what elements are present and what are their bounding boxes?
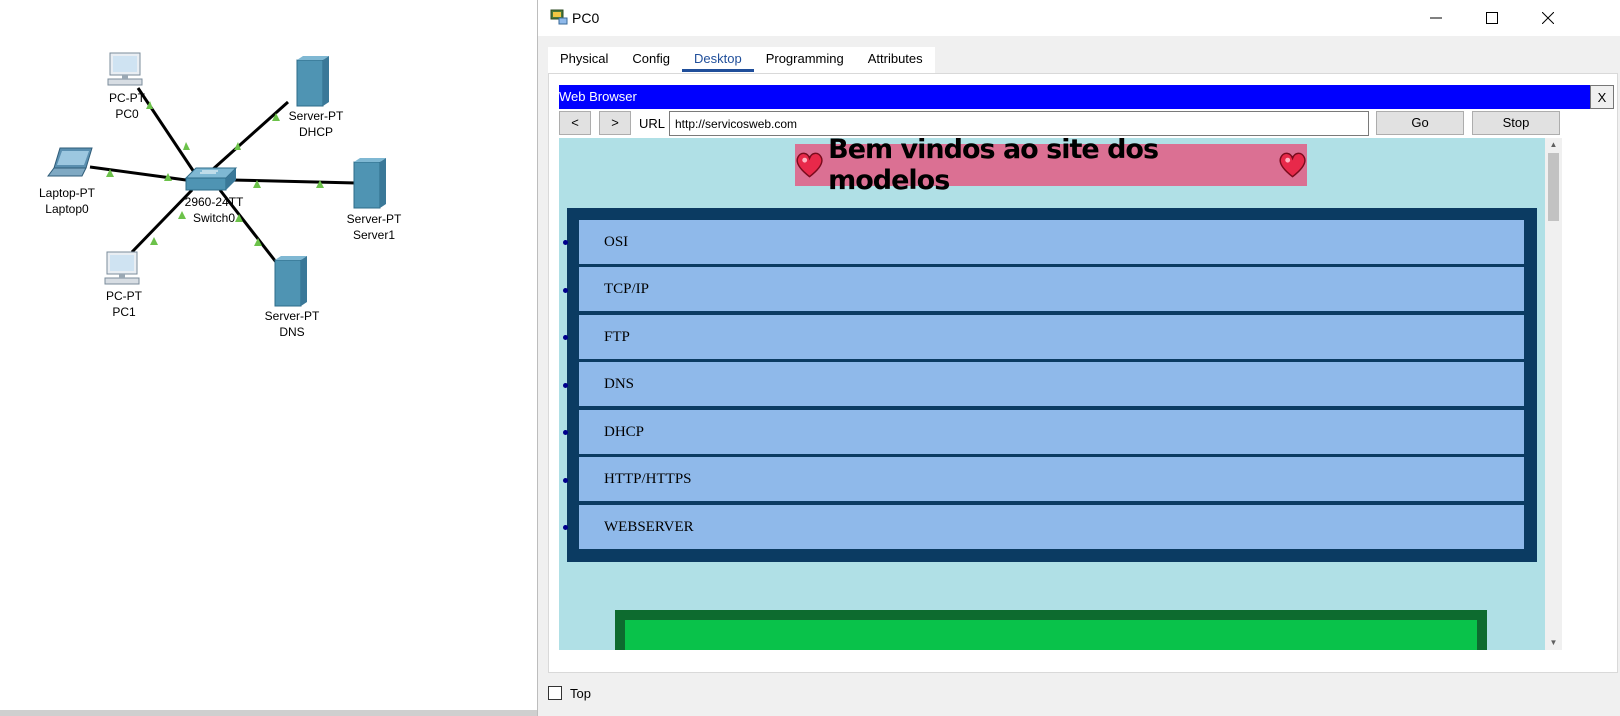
- node-label-switch0[interactable]: 2960-24TT Switch0: [185, 194, 244, 226]
- node-type: 2960-24TT: [184, 195, 244, 209]
- bullet-icon: [563, 430, 568, 435]
- menu-item-dhcp[interactable]: DHCP: [579, 410, 1524, 454]
- menu-item-http-https[interactable]: HTTP/HTTPS: [579, 457, 1524, 501]
- node-name: DNS: [279, 325, 305, 339]
- pc-icon: [104, 251, 140, 285]
- tab-config[interactable]: Config: [620, 47, 682, 71]
- top-checkbox[interactable]: [548, 686, 562, 700]
- browser-viewport[interactable]: Bem vindos ao site dos modelos OSI TCP/I…: [559, 138, 1545, 650]
- node-label-pc1[interactable]: PC-PT PC1: [106, 288, 142, 320]
- scroll-thumb[interactable]: [1548, 153, 1559, 221]
- node-name: Server1: [352, 228, 396, 242]
- web-browser-close-button[interactable]: X: [1590, 85, 1614, 109]
- server-icon: [296, 56, 329, 107]
- footer-box: [615, 610, 1487, 650]
- tab-attributes[interactable]: Attributes: [856, 47, 935, 71]
- topology-canvas[interactable]: PC-PT PC0 Server-PT DHCP Laptop-PT Lapto…: [0, 0, 540, 716]
- switch-icon: [184, 167, 238, 191]
- node-label-dns[interactable]: Server-PT DNS: [265, 308, 320, 340]
- link-server1-switch: [231, 178, 357, 185]
- scroll-down-icon[interactable]: ▼: [1545, 636, 1562, 650]
- menu-item-webserver[interactable]: WEBSERVER: [579, 505, 1524, 549]
- workspace-bottom-bar: [0, 710, 540, 716]
- node-type: Laptop-PT: [38, 186, 96, 200]
- node-type: Server-PT: [264, 309, 320, 323]
- bullet-icon: [563, 240, 568, 245]
- minimize-icon[interactable]: [1408, 0, 1464, 36]
- link-status-icon: [150, 237, 158, 245]
- title-bar[interactable]: PC0: [538, 0, 1620, 36]
- node-type: Server-PT: [346, 212, 402, 226]
- heart-icon: [796, 152, 823, 178]
- menu-item-osi[interactable]: OSI: [579, 220, 1524, 264]
- topology-links: [47, 52, 386, 307]
- tab-bar: Physical Config Desktop Programming Attr…: [548, 47, 935, 73]
- page-heading-text: Bem vindos ao site dos modelos: [828, 138, 1159, 196]
- pc0-window: PC0 Physical Config Desktop Programming …: [537, 0, 1620, 716]
- link-laptop-switch: [89, 165, 187, 182]
- pc-icon: [107, 52, 143, 86]
- tab-desktop[interactable]: Desktop: [682, 47, 754, 72]
- close-icon[interactable]: [1520, 0, 1576, 36]
- bullet-icon: [563, 288, 568, 293]
- link-status-icon: [183, 142, 190, 150]
- node-name: DHCP: [298, 125, 333, 139]
- link-pc1-switch: [130, 188, 194, 254]
- node-label-server1[interactable]: Server-PT Server1: [347, 211, 402, 243]
- bullet-icon: [563, 525, 568, 530]
- heart-icon: [1279, 152, 1306, 178]
- node-label-laptop0[interactable]: Laptop-PT Laptop0: [39, 185, 95, 217]
- node-label-dhcp[interactable]: Server-PT DHCP: [289, 108, 344, 140]
- url-input[interactable]: [669, 111, 1369, 136]
- laptop-icon: [47, 147, 93, 177]
- node-type: PC-PT: [106, 289, 142, 303]
- url-label: URL: [639, 116, 666, 131]
- tab-programming[interactable]: Programming: [754, 47, 856, 71]
- node-name: Laptop0: [45, 202, 89, 216]
- node-name: PC0: [115, 107, 139, 121]
- menu-item-dns[interactable]: DNS: [579, 362, 1524, 406]
- desktop-panel: Web Browser X < > URL Go Stop Bem vindos…: [548, 73, 1618, 673]
- forward-button[interactable]: >: [599, 111, 631, 135]
- menu-list: OSI TCP/IP FTP DNS DHCP HTTP/HTTPS WEBSE…: [563, 208, 1537, 562]
- node-type: Server-PT: [288, 109, 344, 123]
- node-name: PC1: [112, 305, 136, 319]
- back-button[interactable]: <: [559, 111, 591, 135]
- scroll-up-icon[interactable]: ▲: [1545, 138, 1562, 152]
- node-label-pc0[interactable]: PC-PT PC0: [109, 90, 145, 122]
- pc-window-icon: [550, 9, 568, 25]
- menu-item-ftp[interactable]: FTP: [579, 315, 1524, 359]
- stop-button[interactable]: Stop: [1472, 111, 1560, 135]
- go-button[interactable]: Go: [1376, 111, 1464, 135]
- link-dhcp-switch: [210, 100, 290, 172]
- server-icon: [353, 158, 386, 209]
- link-pc0-switch: [136, 87, 196, 173]
- menu-item-tcpip[interactable]: TCP/IP: [579, 267, 1524, 311]
- web-browser-title: Web Browser: [559, 85, 1590, 109]
- tab-physical[interactable]: Physical: [548, 47, 620, 71]
- node-type: PC-PT: [109, 91, 145, 105]
- bullet-icon: [563, 478, 568, 483]
- maximize-icon[interactable]: [1464, 0, 1520, 36]
- server-icon: [274, 256, 307, 307]
- bullet-icon: [563, 383, 568, 388]
- page-heading: Bem vindos ao site dos modelos: [795, 138, 1307, 196]
- window-title: PC0: [572, 10, 600, 26]
- bullet-icon: [563, 335, 568, 340]
- footer-box-inner: [625, 620, 1477, 650]
- node-name: Switch0: [192, 211, 236, 225]
- vertical-scrollbar[interactable]: ▲ ▼: [1545, 138, 1562, 650]
- top-checkbox-label: Top: [570, 686, 591, 701]
